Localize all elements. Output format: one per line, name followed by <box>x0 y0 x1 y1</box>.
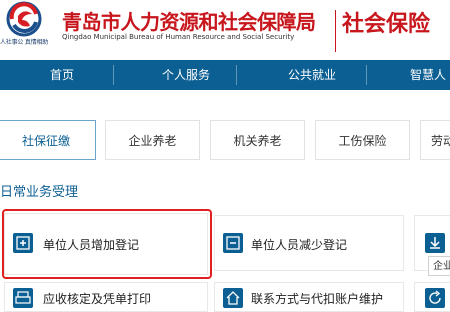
header-divider <box>335 10 336 52</box>
tab-work-injury-insurance[interactable]: 工伤保险 <box>315 120 410 160</box>
site-title[interactable]: 青岛市人力资源和社会保障局 <box>62 6 316 35</box>
bureau-logo-icon[interactable] <box>2 0 56 38</box>
bureau-slogan: 人社事公 真情相助 <box>0 39 49 46</box>
nav-divider <box>113 65 114 85</box>
nav-item-personal-services[interactable]: 个人服务 <box>162 60 210 90</box>
card-label: 应收核定及凭单打印 <box>43 292 152 306</box>
minus-icon <box>223 233 243 253</box>
print-icon <box>13 288 33 308</box>
card-remove-staff-registration[interactable]: 单位人员减少登记 <box>214 215 404 271</box>
hover-tooltip: 企业 <box>428 256 450 276</box>
card-label: 联系方式与代扣账户维护 <box>251 292 384 306</box>
card-contact-and-account-maintenance[interactable]: 联系方式与代扣账户维护 <box>214 282 404 312</box>
selection-highlight <box>2 209 212 279</box>
tab-labor[interactable]: 劳动 <box>420 120 450 160</box>
section-heading: 社会保险 <box>342 12 431 37</box>
card-label: 单位人员减少登记 <box>251 238 348 252</box>
refresh-icon <box>425 288 445 308</box>
tab-social-insurance-collection[interactable]: 社保征缴 <box>0 120 96 160</box>
site-title-english: Qingdao Municipal Bureau of Human Resour… <box>62 33 295 41</box>
site-header: 人社事公 真情相助 青岛市人力资源和社会保障局 Qingdao Municipa… <box>0 0 450 60</box>
section-title: 日常业务受理 <box>0 185 79 200</box>
tab-enterprise-pension[interactable]: 企业养老 <box>105 120 200 160</box>
tab-government-pension[interactable]: 机关养老 <box>210 120 305 160</box>
nav-item-home[interactable]: 首页 <box>50 60 74 90</box>
card-partial-right-bottom[interactable] <box>414 282 450 312</box>
nav-divider <box>236 65 237 85</box>
download-icon <box>425 233 445 253</box>
home-icon <box>223 288 243 308</box>
nav-item-smart-hr[interactable]: 智慧人 <box>410 60 446 90</box>
main-nav: 首页 个人服务 公共就业 智慧人 <box>0 60 450 90</box>
nav-divider <box>366 65 367 85</box>
card-receivable-verification-print[interactable]: 应收核定及凭单打印 <box>4 282 208 312</box>
nav-item-public-employment[interactable]: 公共就业 <box>288 60 336 90</box>
